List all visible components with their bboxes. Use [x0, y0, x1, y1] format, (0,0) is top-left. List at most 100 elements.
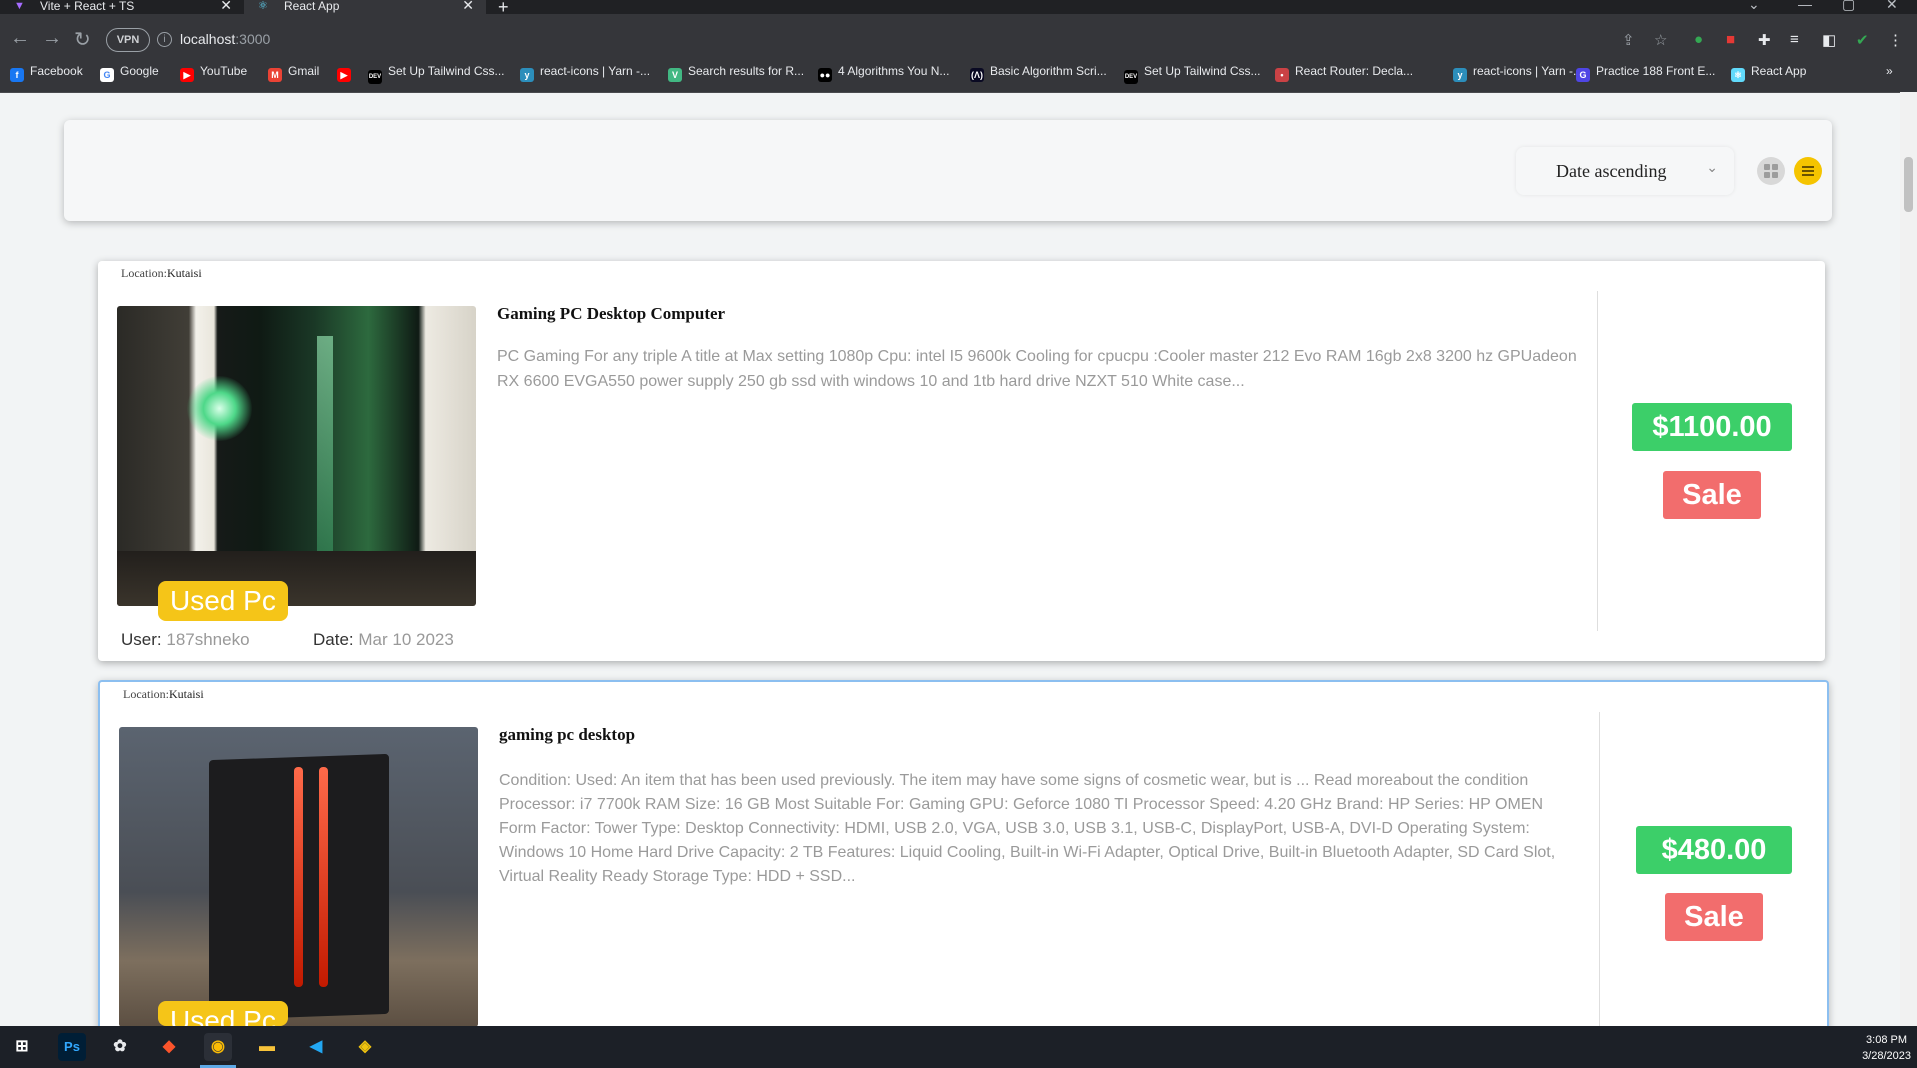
user-value: 187shneko	[166, 630, 250, 649]
youtube-icon: ▶	[337, 68, 351, 82]
chrome-icon[interactable]: ◉	[204, 1033, 232, 1061]
google-icon: G	[100, 68, 114, 82]
bookmark-item[interactable]: ⚛ React App	[1731, 64, 1806, 82]
listing-location: Location:Kutaisi	[123, 687, 204, 702]
minimize-icon[interactable]: —	[1798, 0, 1812, 12]
bookmark-item[interactable]: y react-icons | Yarn -...	[520, 64, 650, 82]
grid-view-button[interactable]	[1757, 157, 1785, 185]
facebook-icon: f	[10, 68, 24, 82]
url-port: :3000	[235, 31, 271, 47]
vscode-icon[interactable]: ◀	[302, 1033, 330, 1061]
bookmark-item[interactable]: DEV Set Up Tailwind Css...	[368, 64, 505, 84]
sale-button[interactable]: Sale	[1665, 893, 1763, 941]
menu-kebab-icon[interactable]: ⋮	[1888, 31, 1903, 49]
site-info-icon[interactable]: i	[157, 32, 172, 47]
clock-time: 3:08 PM	[1866, 1034, 1908, 1046]
vpn-badge[interactable]: VPN	[106, 28, 150, 52]
more-bookmarks-button[interactable]: »	[1886, 64, 1893, 78]
bookmark-label: React App	[1751, 64, 1807, 78]
date-label: Date:	[313, 630, 354, 649]
listing-location: Location:Kutaisi	[121, 266, 202, 281]
tab-react-app[interactable]: ⚛ React App ✕	[244, 0, 486, 14]
file-explorer-icon[interactable]: ▬	[253, 1033, 281, 1061]
tab-search-icon[interactable]: ⌄	[1748, 0, 1760, 13]
os-taskbar: ⊞ Ps ✿ ◆ ◉ ▬ ◀ ◈ 3:08 PM 3/28/2023	[0, 1026, 1917, 1068]
bookmark-label: react-icons | Yarn -...	[1473, 64, 1584, 78]
scrollbar-thumb[interactable]	[1904, 157, 1913, 212]
listing-title[interactable]: Gaming PC Desktop Computer	[497, 304, 725, 324]
listing-title[interactable]: gaming pc desktop	[499, 725, 635, 745]
forward-icon[interactable]: →	[42, 27, 62, 50]
clock-date: 3/28/2023	[1862, 1050, 1911, 1062]
extension-lock-icon[interactable]: ●	[1694, 31, 1703, 48]
tab-vite[interactable]: ▼ Vite + React + TS ✕	[0, 0, 244, 14]
bookmark-label: Practice 188 Front E...	[1596, 64, 1716, 78]
reload-icon[interactable]: ↻	[74, 27, 91, 52]
page-scrollbar[interactable]	[1900, 92, 1917, 1026]
listing-card[interactable]: Location:Kutaisi gaming pc desktop Condi…	[98, 680, 1829, 1042]
freecodecamp-icon: (Λ)	[970, 68, 984, 82]
side-panel-icon[interactable]: ◧	[1822, 31, 1836, 49]
photoshop-icon[interactable]: Ps	[58, 1033, 86, 1061]
profile-icon[interactable]: ✔	[1856, 31, 1869, 49]
vue-icon: V	[668, 68, 682, 82]
paint-icon[interactable]: ✿	[106, 1033, 134, 1061]
category-badge: Used Pc	[158, 581, 288, 621]
bookmark-label: Set Up Tailwind Css...	[388, 64, 505, 78]
sale-button[interactable]: Sale	[1663, 471, 1761, 519]
brave-icon[interactable]: ◆	[155, 1033, 183, 1061]
back-icon[interactable]: ←	[10, 27, 30, 50]
listing-card[interactable]: Location:Kutaisi Used Pc User: 187shneko…	[98, 261, 1825, 661]
category-badge: Used Pc	[158, 1001, 288, 1026]
yarn-icon: y	[1453, 68, 1467, 82]
sort-select[interactable]: Date ascending ⌄	[1516, 147, 1734, 195]
location-value: Kutaisi	[166, 266, 202, 280]
extensions-puzzle-icon[interactable]: ✚	[1758, 31, 1771, 49]
listing-image[interactable]	[117, 306, 476, 606]
bookmark-star-icon[interactable]: ☆	[1654, 31, 1667, 49]
bookmark-item[interactable]: M Gmail	[268, 64, 319, 82]
bookmark-item[interactable]: DEV Set Up Tailwind Css...	[1124, 64, 1261, 84]
location-value: Kutaisi	[168, 687, 204, 701]
dev-icon: DEV	[1124, 70, 1138, 84]
bookmark-item[interactable]: ●● 4 Algorithms You N...	[818, 64, 949, 82]
bookmark-item[interactable]: G Google	[100, 64, 159, 82]
bookmark-item[interactable]: y react-icons | Yarn -...	[1453, 64, 1583, 82]
bookmark-item[interactable]: • React Router: Decla...	[1275, 64, 1413, 82]
git-icon[interactable]: ◈	[351, 1033, 379, 1061]
bookmark-label: react-icons | Yarn -...	[540, 64, 651, 78]
bookmark-item[interactable]: f Facebook	[10, 64, 83, 82]
location-label: Location:	[121, 266, 167, 280]
tab-strip: ▼ Vite + React + TS ✕ ⚛ React App ✕ + ⌄ …	[0, 0, 1917, 17]
window-close-icon[interactable]: ✕	[1886, 0, 1898, 13]
bookmark-item[interactable]: ▶ YouTube	[180, 64, 247, 82]
bookmark-label: Search results for R...	[688, 64, 805, 78]
address-bar[interactable]: localhost:3000	[180, 31, 270, 47]
share-icon[interactable]: ⇪	[1622, 31, 1635, 49]
bookmark-item[interactable]: G Practice 188 Front E...	[1576, 64, 1715, 82]
system-clock[interactable]: 3:08 PM 3/28/2023	[1862, 1032, 1911, 1064]
bookmark-item[interactable]: V Search results for R...	[668, 64, 804, 82]
bookmark-label: Set Up Tailwind Css...	[1144, 64, 1261, 78]
maximize-icon[interactable]: ▢	[1842, 0, 1855, 13]
reading-list-icon[interactable]: ≡	[1790, 31, 1799, 48]
bookmarks-bar: f Facebook G Google ▶ YouTube M Gmail ▶ DEV Set Up…	[0, 58, 1917, 93]
price-badge: $1100.00	[1632, 403, 1792, 451]
bookmark-label: Facebook	[30, 64, 83, 78]
bookmark-item[interactable]: ▶	[337, 64, 357, 82]
windows-start-icon[interactable]: ⊞	[8, 1033, 36, 1061]
close-icon[interactable]: ✕	[462, 0, 474, 12]
vite-icon: ▼	[14, 0, 25, 12]
bookmark-item[interactable]: (Λ) Basic Algorithm Scri...	[970, 64, 1107, 82]
react-router-icon: •	[1275, 68, 1289, 82]
extension-red-icon[interactable]: ■	[1726, 31, 1735, 48]
listing-description: PC Gaming For any triple A title at Max …	[497, 348, 1577, 390]
listing-image[interactable]	[119, 727, 478, 1027]
listing-user: User: 187shneko	[121, 630, 250, 650]
list-view-button[interactable]	[1794, 157, 1822, 185]
react-icon: ⚛	[258, 0, 268, 12]
location-label: Location:	[123, 687, 169, 701]
greatfrontend-icon: G	[1576, 68, 1590, 82]
close-icon[interactable]: ✕	[220, 0, 232, 12]
url-host: localhost	[180, 31, 236, 47]
